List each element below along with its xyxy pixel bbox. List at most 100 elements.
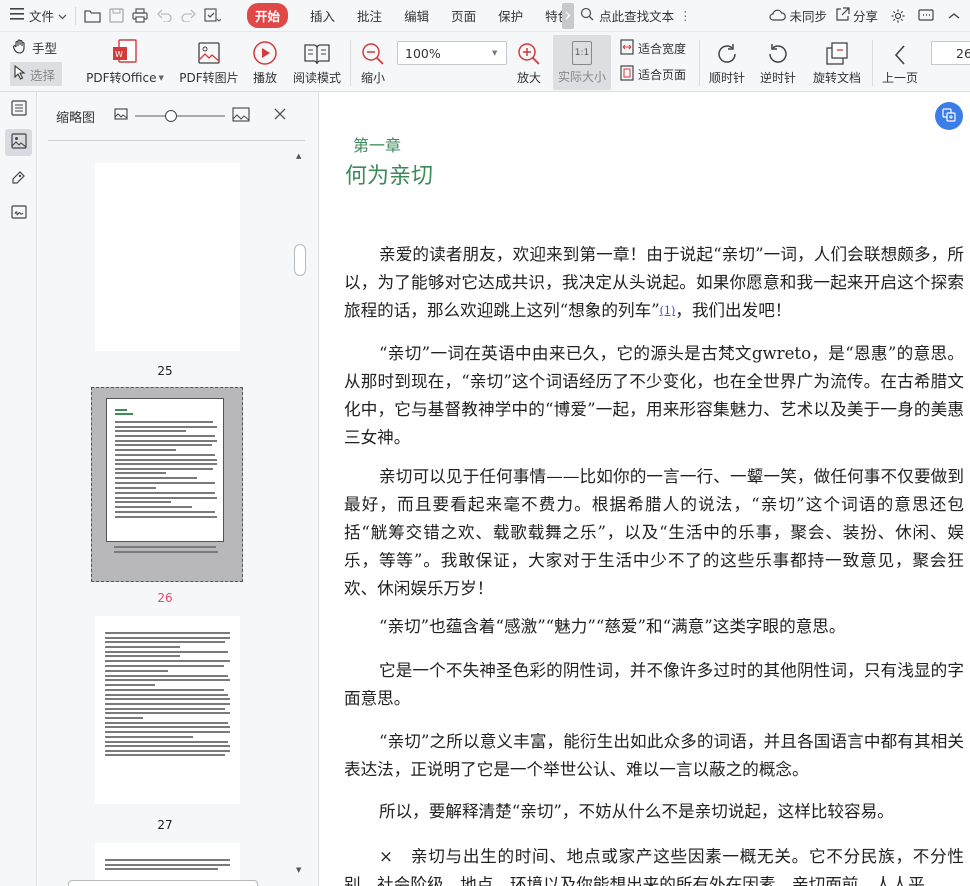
zoom-in-button[interactable]: 放大	[514, 36, 544, 86]
rotate-document-label: 旋转文档	[812, 71, 861, 85]
select-tool-button[interactable]: 选择	[10, 62, 62, 86]
cursor-arrow-icon	[14, 64, 26, 83]
file-menu[interactable]: 文件	[0, 0, 67, 32]
chevron-down-icon	[58, 8, 67, 23]
thumbnails-button[interactable]	[5, 129, 32, 156]
zoom-value: 100%	[405, 45, 441, 61]
paragraph-text: ，我们出发吧！	[675, 301, 792, 320]
undo-icon[interactable]	[152, 4, 176, 28]
sync-status[interactable]: 未同步	[769, 0, 827, 32]
share-icon	[835, 6, 850, 25]
tab-start-label: 开始	[247, 3, 289, 28]
scrollbar-thumb[interactable]	[294, 244, 306, 276]
caret-down-icon: ▼	[158, 73, 164, 82]
hand-tool-button[interactable]: 手型	[12, 38, 57, 57]
footnote-link[interactable]: (1)	[660, 304, 676, 317]
fit-width-button[interactable]: 适合宽度	[620, 39, 686, 58]
search-icon	[580, 7, 594, 24]
page-number-value: 26	[956, 45, 970, 61]
thumbnail-page-27[interactable]	[95, 616, 240, 804]
annotations-button[interactable]	[5, 165, 32, 192]
thumbnail-page-number-selected: 26	[157, 591, 173, 605]
thumbnail-page-26-image	[106, 398, 224, 542]
floating-tools-button[interactable]	[935, 102, 963, 130]
menu-separator	[75, 6, 77, 25]
tab-edit[interactable]: 编辑	[393, 0, 440, 32]
pdf-to-image-button[interactable]: PDF转图片	[174, 36, 244, 86]
thumbnail-page-26-overflow	[106, 546, 224, 576]
save-icon[interactable]	[104, 4, 128, 28]
paragraph: “亲切”也蕴含着“感激”“魅力”“慈爱”和“满意”这类字眼的意思。	[379, 617, 846, 636]
settings-gear-icon[interactable]	[886, 4, 910, 28]
thumbnail-page-number: 27	[157, 818, 173, 832]
translate-tool-icon	[942, 107, 956, 126]
rotate-clockwise-button[interactable]: 顺时针	[704, 36, 750, 86]
paragraph: 亲爱的读者朋友，欢迎来到第一章！由于说起“亲切”一词，人们会联想颇多，所以，为了…	[344, 241, 964, 325]
share-button[interactable]: 分享	[835, 0, 878, 32]
play-label: 播放	[252, 71, 277, 85]
open-folder-icon[interactable]	[80, 4, 104, 28]
fit-page-button[interactable]: 适合页面	[620, 65, 686, 84]
thumbnail-page-25[interactable]	[95, 163, 240, 351]
tab-insert[interactable]: 插入	[299, 0, 346, 32]
large-image-icon[interactable]	[232, 106, 250, 126]
thumbnail-panel-header: 缩略图	[38, 92, 319, 140]
paragraph: × 亲切与出生的时间、地点或家产这些因素一概无关。它不分民族，不分性别、社会阶级…	[344, 847, 964, 886]
paragraph: 它是一个不失神圣色彩的阴性词，并不像许多过时的其他阴性词，只有浅显的字面意思。	[344, 661, 964, 708]
zoom-combobox[interactable]: 100% ▼	[397, 41, 507, 65]
tabs-more-button[interactable]	[562, 2, 575, 29]
pen-tag-icon	[11, 169, 27, 189]
redo-icon[interactable]	[176, 4, 200, 28]
bookmarks-button[interactable]	[5, 96, 32, 123]
rotate-document-button[interactable]: 旋转文档	[808, 36, 866, 86]
thumbnail-size-slider[interactable]	[133, 109, 227, 123]
cloud-sync-icon	[769, 8, 787, 24]
search-box[interactable]: 点此查找文本 ⋮	[580, 0, 692, 32]
slider-knob[interactable]	[165, 110, 177, 122]
tab-annotate[interactable]: 批注	[346, 0, 393, 32]
previous-page-button[interactable]: 上一页	[878, 36, 922, 86]
horizontal-scrollbar-thumb[interactable]	[68, 880, 258, 886]
svg-text:W: W	[115, 50, 123, 59]
tab-features[interactable]: 特色	[534, 0, 562, 32]
play-button[interactable]: 播放	[248, 36, 282, 86]
small-image-icon[interactable]	[114, 108, 128, 124]
quick-access-icon[interactable]	[200, 4, 224, 28]
close-icon[interactable]	[274, 108, 286, 124]
scroll-up-arrow-icon[interactable]: ▲	[296, 152, 301, 160]
pdf-to-image-label: PDF转图片	[179, 71, 239, 85]
rotate-counterclockwise-label: 逆时针	[759, 71, 796, 85]
rotate-counterclockwise-button[interactable]: 逆时针	[755, 36, 801, 86]
left-sidebar-rail	[0, 92, 37, 886]
actual-size-icon-text: 1:1	[572, 41, 592, 65]
signature-button[interactable]	[5, 200, 32, 227]
actual-size-button[interactable]: 1:1 实际大小	[553, 35, 611, 90]
more-vertical-icon[interactable]: ⋮	[679, 8, 692, 23]
scroll-down-arrow-icon[interactable]: ▼	[296, 866, 301, 874]
minimize-ribbon-icon[interactable]	[942, 4, 966, 28]
pdf-reader-window: 文件 开始 插入 批注 编辑 页面 保护 特色	[0, 0, 970, 886]
share-label: 分享	[852, 9, 878, 24]
page-number-input[interactable]: 26	[931, 41, 970, 65]
feedback-icon[interactable]	[914, 4, 938, 28]
zoom-out-button[interactable]: 缩小	[358, 36, 388, 86]
fit-page-label: 适合页面	[638, 68, 687, 82]
tab-protect[interactable]: 保护	[487, 0, 534, 32]
chapter-number: 第一章	[353, 136, 402, 155]
pdf-to-office-button[interactable]: W PDF转Office ▼	[84, 36, 166, 86]
select-tool-label: 选择	[30, 67, 56, 83]
zoom-out-label: 缩小	[360, 71, 385, 85]
book-icon	[303, 36, 331, 66]
thumbnail-page-26-selected[interactable]	[91, 387, 243, 582]
fit-width-label: 适合宽度	[638, 42, 687, 56]
print-icon[interactable]	[128, 4, 152, 28]
rotate-document-icon	[824, 36, 850, 66]
rotate-clockwise-label: 顺时针	[708, 71, 745, 85]
tab-start[interactable]: 开始	[236, 0, 299, 32]
tab-page[interactable]: 页面	[440, 0, 487, 32]
read-mode-button[interactable]: 阅读模式	[290, 36, 344, 86]
slider-track	[135, 115, 225, 117]
hand-tool-label: 手型	[32, 41, 58, 56]
paragraph: “亲切”一词在英语中由来已久，它的源头是古梵文gwreto，是“恩惠”的意思。从…	[344, 344, 964, 447]
thumbnail-page-number: 25	[157, 364, 173, 378]
